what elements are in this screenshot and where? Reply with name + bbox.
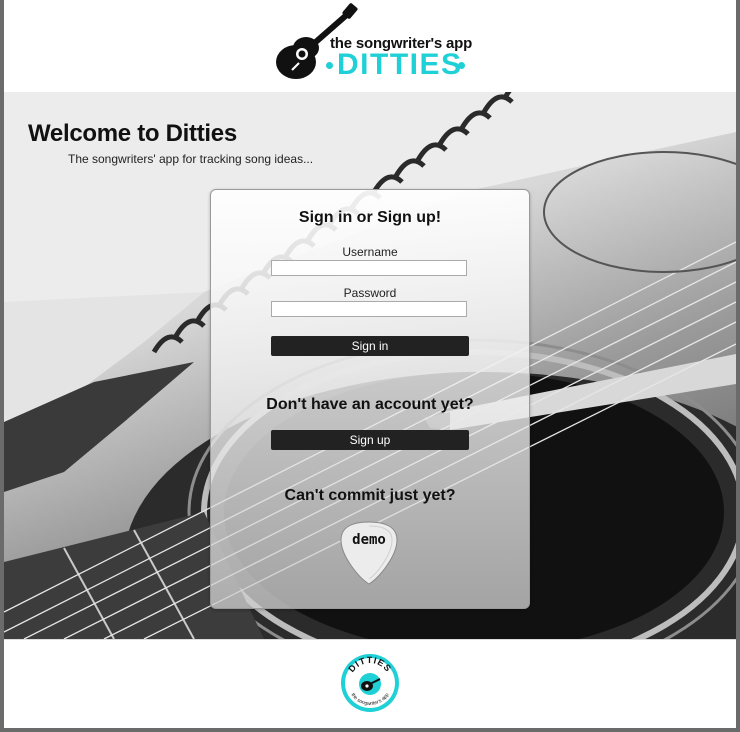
footer: DITTIES the songwriter's app	[4, 639, 736, 728]
guitar-pick-icon	[340, 521, 398, 585]
no-account-heading: Don't have an account yet?	[266, 396, 474, 413]
username-label: Username	[342, 245, 398, 259]
auth-card: Sign in or Sign up! Username Password Si…	[210, 189, 530, 609]
ditties-badge-logo[interactable]: DITTIES the songwriter's app	[340, 653, 400, 713]
page-frame: the songwriter's app DITTIES Welcome to …	[4, 0, 736, 728]
welcome-title: Welcome to Ditties	[28, 120, 237, 147]
hero-section: Welcome to Ditties The songwriters' app …	[4, 92, 736, 639]
logo-dot-left	[326, 62, 333, 69]
signin-heading: Sign in or Sign up!	[298, 209, 442, 226]
commit-heading: Can't commit just yet?	[284, 487, 456, 504]
signup-button[interactable]: Sign up	[271, 430, 469, 450]
demo-button[interactable]: demo	[339, 520, 399, 586]
top-header: the songwriter's app DITTIES	[4, 0, 736, 92]
logo-dot-right	[458, 62, 465, 69]
demo-label: demo	[352, 532, 386, 548]
password-label: Password	[343, 286, 397, 300]
password-input[interactable]	[271, 301, 467, 317]
ditties-logo[interactable]: the songwriter's app DITTIES	[272, 2, 472, 86]
welcome-subtitle: The songwriters' app for tracking song i…	[68, 152, 314, 166]
signin-button[interactable]: Sign in	[271, 336, 469, 356]
logo-name: DITTIES	[337, 48, 463, 81]
username-input[interactable]	[271, 260, 467, 276]
